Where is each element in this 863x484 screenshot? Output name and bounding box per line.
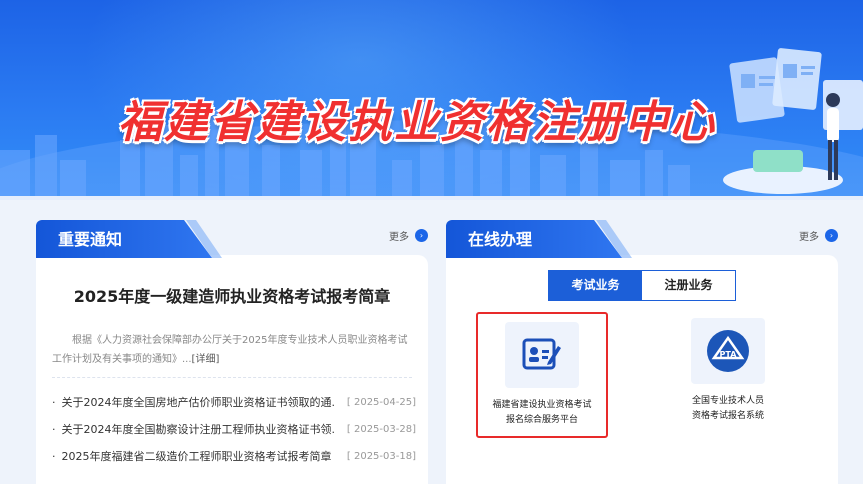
list-item-title[interactable]: 2025年度福建省二级造价工程师职业资格考试报考简章: [52, 449, 334, 476]
tab-registration-services[interactable]: 注册业务: [642, 271, 735, 300]
list-item[interactable]: 关于2024年度全国房地产估价师职业资格证书领取的通... [ 2025-04-…: [52, 395, 417, 422]
notice-summary-text: 根据《人力资源社会保障部办公厅关于2025年度专业技术人员职业资格考试工作计划及…: [52, 335, 408, 365]
header-banner: 福建省建设执业资格注册中心: [0, 0, 863, 200]
online-card: 考试业务 注册业务 福建省建设执业资格考试 报名综合服务平台 PTA 全国专业技…: [446, 255, 838, 484]
list-item-date: [ 2025-03-18]: [346, 451, 416, 462]
banner-illustration: [723, 48, 863, 194]
chevron-right-icon[interactable]: ›: [825, 229, 838, 242]
online-more-link[interactable]: 更多 ›: [799, 228, 838, 243]
detail-link[interactable]: [详细]: [192, 354, 220, 365]
pta-logo-icon: PTA: [707, 330, 749, 372]
list-item-date: [ 2025-04-25]: [346, 397, 416, 408]
service-line-1[interactable]: 福建省建设执业资格考试: [478, 398, 606, 413]
service-line-2[interactable]: 报名综合服务平台: [478, 413, 606, 428]
notice-list: 关于2024年度全国房地产估价师职业资格证书领取的通... [ 2025-04-…: [52, 395, 417, 476]
more-label[interactable]: 更多: [389, 228, 409, 243]
notice-more-link[interactable]: 更多 ›: [389, 228, 428, 243]
chevron-right-icon[interactable]: ›: [415, 229, 428, 242]
service-icon-box: [505, 322, 579, 388]
list-item-title[interactable]: 关于2024年度全国勘察设计注册工程师执业资格证书领...: [52, 422, 335, 449]
service-line-1[interactable]: 全国专业技术人员: [668, 394, 788, 409]
pta-logo-text: PTA: [720, 350, 738, 359]
list-item[interactable]: 2025年度福建省二级造价工程师职业资格考试报考简章 [ 2025-03-18]: [52, 449, 417, 476]
service-exam-platform[interactable]: 福建省建设执业资格考试 报名综合服务平台: [476, 312, 608, 438]
list-item[interactable]: 关于2024年度全国勘察设计注册工程师执业资格证书领... [ 2025-03-…: [52, 422, 417, 449]
service-line-2[interactable]: 资格考试报名系统: [668, 409, 788, 424]
service-national-platform[interactable]: PTA 全国专业技术人员 资格考试报名系统: [668, 318, 788, 424]
tab-exam-services[interactable]: 考试业务: [549, 271, 642, 300]
notice-divider: [52, 377, 412, 378]
more-label[interactable]: 更多: [799, 228, 819, 243]
notice-headline[interactable]: 2025年度一级建造师执业资格考试报考简章: [36, 283, 428, 307]
notice-summary: 根据《人力资源社会保障部办公厅关于2025年度专业技术人员职业资格考试工作计划及…: [52, 331, 416, 369]
list-item-date: [ 2025-03-28]: [346, 424, 416, 435]
list-item-title[interactable]: 关于2024年度全国房地产估价师职业资格证书领取的通...: [52, 395, 335, 422]
notice-tab-title: 重要通知: [36, 220, 212, 258]
online-tab-title: 在线办理: [446, 220, 622, 258]
notice-card: 2025年度一级建造师执业资格考试报考简章 根据《人力资源社会保障部办公厅关于2…: [36, 255, 428, 484]
edit-form-icon: [522, 338, 561, 370]
service-tabs: 考试业务 注册业务: [548, 270, 736, 301]
banner-bottom-edge: [0, 196, 863, 200]
site-title: 福建省建设执业资格注册中心: [118, 97, 716, 148]
service-icon-box: PTA: [691, 318, 765, 384]
